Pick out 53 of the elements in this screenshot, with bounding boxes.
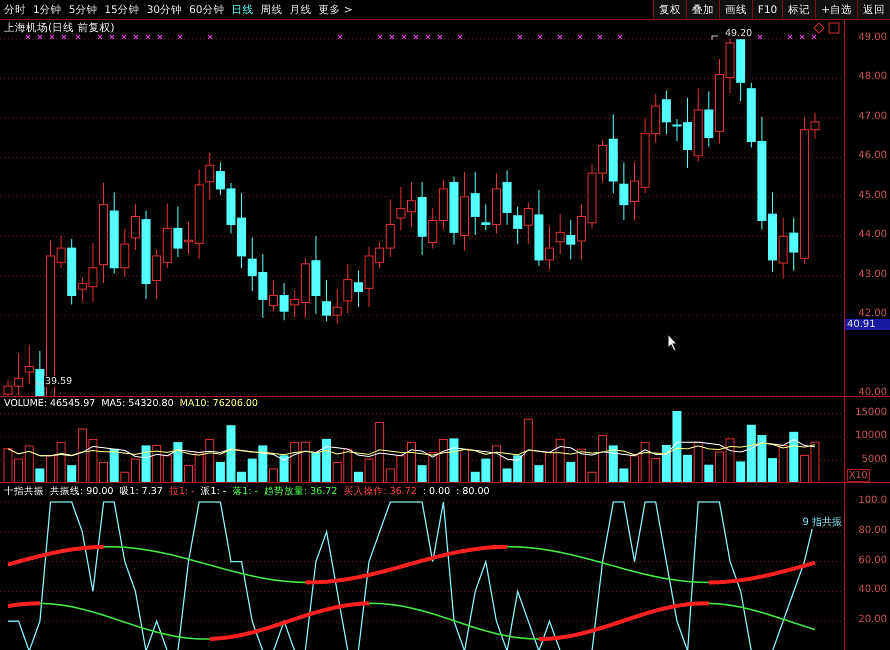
current-price-label: 40.91 [845,319,890,330]
period-tab[interactable]: 5分钟 [68,2,98,16]
legend-value: MA10: 76206.00 [180,398,258,410]
toolbar-button[interactable]: 返回 [857,0,890,19]
axis-label: 48.00 [858,71,887,82]
axis-label: 5000 [862,454,887,464]
period-tab[interactable]: 月线 [290,2,312,16]
axis-label: 80.00 [858,524,887,536]
legend-value: 落1: - [232,485,258,498]
legend-value: : 0.00 [422,486,450,497]
period-tab[interactable]: 分时 [4,2,26,16]
legend-value: 吸1: 7.37 [119,485,163,498]
period-tab[interactable]: 60分钟 [189,2,224,16]
toolbar-button[interactable]: +自选 [815,0,857,19]
legend-value: 派1: - [200,485,226,498]
period-tab[interactable]: 1分钟 [33,2,62,16]
line-label: 9 指共振 [802,515,842,529]
legend-value: 共振线: 90.00 [50,485,114,498]
legend-value: 十指共振 [4,485,44,498]
legend-value: 拉1: - [168,485,195,498]
legend-value: MA5: 54320.80 [101,398,174,410]
price-label: 39.59 [44,376,74,387]
axis-label: 42.00 [858,308,887,320]
legend-value: 趋势放量: 36.72 [264,485,338,498]
axis-label: 40.00 [858,387,887,398]
legend-value: : 80.00 [456,486,490,497]
unit-label: X10 [847,469,870,482]
period-tab[interactable]: 15分钟 [104,2,140,16]
toolbar-button[interactable]: 叠加 [686,0,719,19]
toolbar-button[interactable]: 标记 [782,0,816,19]
period-tab[interactable]: 30分钟 [146,2,182,16]
period-tab[interactable]: 周线 [260,2,282,16]
axis-label: 49.00 [858,32,887,43]
axis-label: 20.00 [858,614,887,626]
toolbar-button[interactable]: F10 [752,0,782,19]
axis-label: 15000 [855,406,887,418]
axis-label: 40.00 [858,584,887,596]
toolbar-button[interactable]: 复权 [652,0,686,19]
toolbar-button[interactable]: 画线 [718,0,752,19]
price-label: 49.20 [724,28,754,39]
legend-value: VOLUME: 46545.97 [4,398,96,410]
axis-label: 45.00 [858,190,887,201]
axis-label: 46.00 [858,150,887,162]
axis-label: 10000 [855,430,887,441]
axis-label: 60.00 [858,554,887,566]
period-tab[interactable]: 更多 > [318,2,353,16]
legend-value: 买入操作: 36.72 [343,485,417,498]
axis-label: 43.00 [858,268,887,280]
axis-label: 100.0 [858,495,887,506]
period-tab[interactable]: 日线 [232,2,254,16]
axis-label: 44.00 [858,229,887,240]
axis-label: 47.00 [858,110,887,122]
stock-title: 上海机场(日线 前复权) [4,21,115,35]
